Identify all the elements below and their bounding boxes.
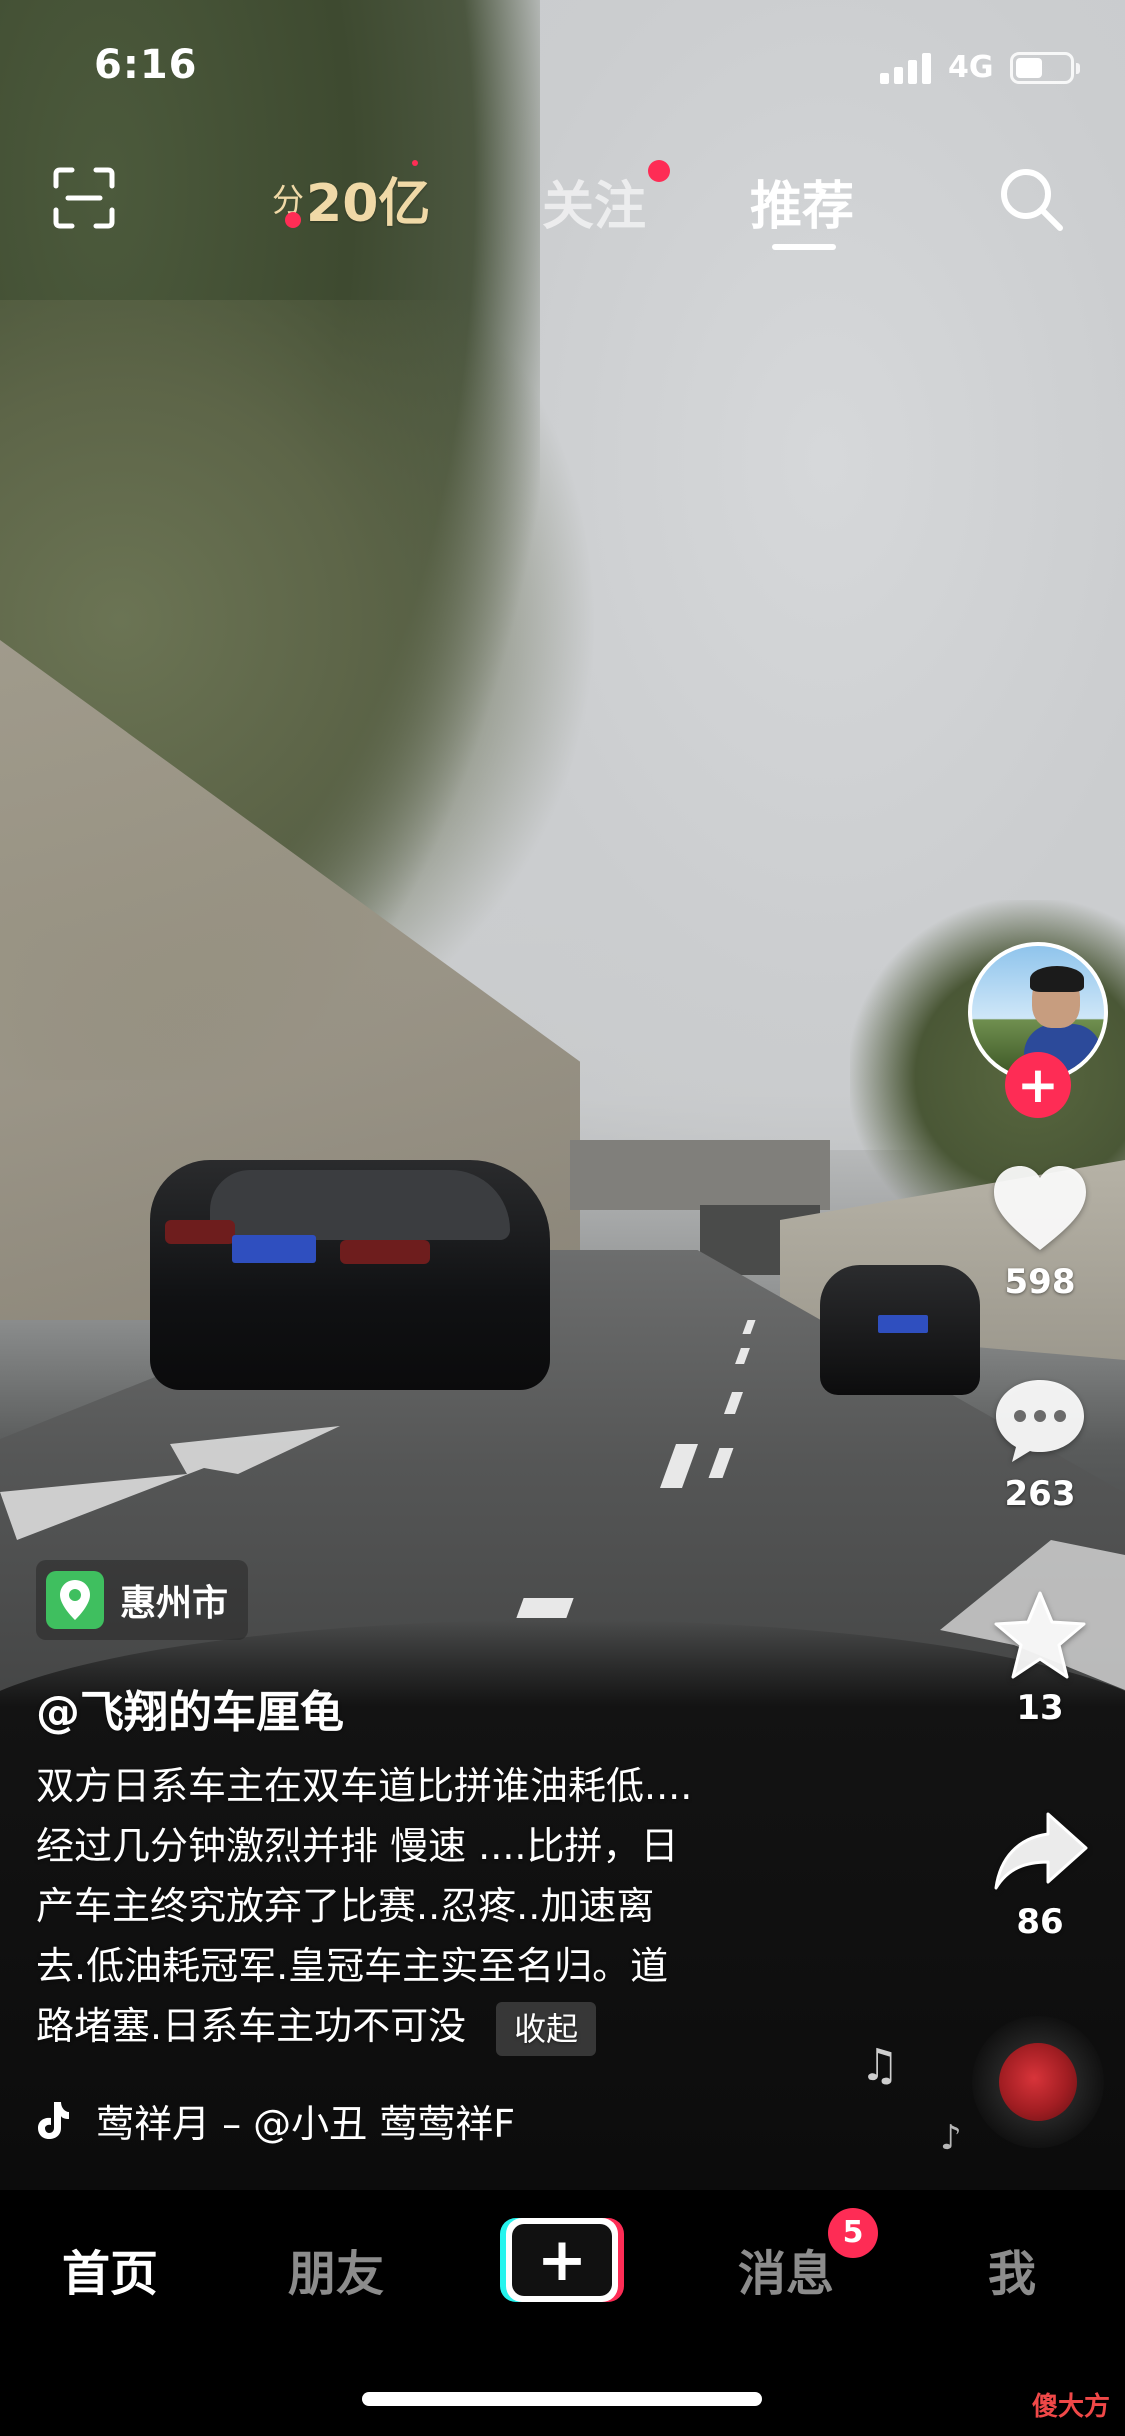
- coin-sparkle-dot: [412, 160, 418, 166]
- share-count: 86: [1016, 1902, 1064, 1942]
- signal-icon: [880, 52, 936, 84]
- network-label: 4G: [948, 50, 994, 85]
- author-name[interactable]: @飞翔的车厘龟: [36, 1676, 344, 1740]
- music-disc[interactable]: [972, 2016, 1104, 2148]
- tiktok-note-icon: [38, 2102, 69, 2139]
- coin-amount: 20亿: [306, 173, 431, 234]
- tab-friends[interactable]: 朋友: [288, 2234, 384, 2304]
- share-button[interactable]: 86: [980, 1810, 1100, 1942]
- video-car-window: [210, 1170, 510, 1240]
- share-arrow-icon: [994, 1812, 1088, 1890]
- favorite-button[interactable]: 13: [980, 1590, 1100, 1728]
- battery-fill: [1016, 58, 1042, 78]
- avatar-figure-hair: [1030, 966, 1084, 992]
- music-info[interactable]: 莺祥月 – @小丑 莺莺祥F: [36, 2090, 515, 2150]
- follow-notification-dot: [648, 160, 670, 182]
- bottom-tab-bar: 首页 朋友 + 消息 5 我 傻大方: [0, 2190, 1125, 2436]
- scan-icon[interactable]: [52, 166, 116, 230]
- watermark: 傻大方: [1032, 2392, 1111, 2422]
- video-bridge: [570, 1140, 830, 1210]
- music-title: 莺祥月 – @小丑 莺莺祥F: [96, 2101, 516, 2146]
- active-tab-indicator: [772, 244, 836, 250]
- location-chip[interactable]: 惠州市: [36, 1560, 249, 1640]
- create-button-face: +: [506, 2218, 618, 2302]
- lane-marking: [516, 1598, 574, 1618]
- comment-icon: [996, 1380, 1084, 1462]
- music-cover: [999, 2043, 1077, 2121]
- caption-line: 路堵塞.日系车主功不可没 收起: [36, 1996, 836, 2056]
- location-label: 惠州市: [120, 1583, 229, 1624]
- like-count: 598: [1004, 1262, 1076, 1302]
- tab-home[interactable]: 首页: [62, 2234, 158, 2304]
- status-bar: 6:16 4G: [0, 0, 1125, 132]
- plus-icon: +: [512, 2224, 612, 2296]
- location-pin-icon: [46, 1571, 104, 1629]
- tab-me[interactable]: 我: [988, 2234, 1036, 2304]
- caption-line: 经过几分钟激烈并排 慢速 ....比拼，日: [36, 1824, 679, 1868]
- caption-line-text: 路堵塞.日系车主功不可没: [36, 2004, 467, 2048]
- home-indicator[interactable]: [362, 2392, 762, 2406]
- collapse-button[interactable]: 收起: [496, 2001, 597, 2056]
- video-car-plate: [878, 1315, 928, 1333]
- heart-icon: [994, 1166, 1086, 1250]
- tab-recommend[interactable]: 推荐: [750, 164, 854, 239]
- caption-line: 产车主终究放弃了比赛..忍疼..加速离: [36, 1884, 655, 1928]
- search-icon[interactable]: [996, 164, 1066, 234]
- favorite-count: 13: [1016, 1688, 1064, 1728]
- video-caption: 双方日系车主在双车道比拼谁油耗低.... 经过几分钟激烈并排 慢速 ....比拼…: [36, 1756, 836, 2056]
- tab-messages[interactable]: 消息: [738, 2234, 834, 2304]
- like-button[interactable]: 598: [980, 1164, 1100, 1302]
- coin-notification-dot: [285, 212, 301, 228]
- caption-line: 去.低油耗冠军.皇冠车主实至名归。道: [36, 1944, 669, 1988]
- music-note-icon: ♪: [940, 2118, 962, 2158]
- create-button[interactable]: +: [500, 2218, 624, 2302]
- video-car-taillight: [340, 1240, 430, 1264]
- comment-button[interactable]: 263: [980, 1376, 1100, 1514]
- status-time: 6:16: [94, 42, 198, 88]
- caption-line: 双方日系车主在双车道比拼谁油耗低....: [36, 1764, 693, 1808]
- comment-count: 263: [1004, 1474, 1076, 1514]
- music-note-icon: ♫: [860, 2040, 900, 2091]
- video-car-plate: [232, 1235, 316, 1263]
- top-nav: 分 20亿 关注 推荐: [0, 140, 1125, 260]
- follow-button[interactable]: +: [1005, 1052, 1071, 1118]
- star-icon: [994, 1591, 1086, 1679]
- battery-icon: [1010, 52, 1080, 84]
- messages-badge: 5: [828, 2208, 878, 2258]
- video-car-taillight: [165, 1220, 235, 1244]
- tab-follow[interactable]: 关注: [542, 164, 646, 239]
